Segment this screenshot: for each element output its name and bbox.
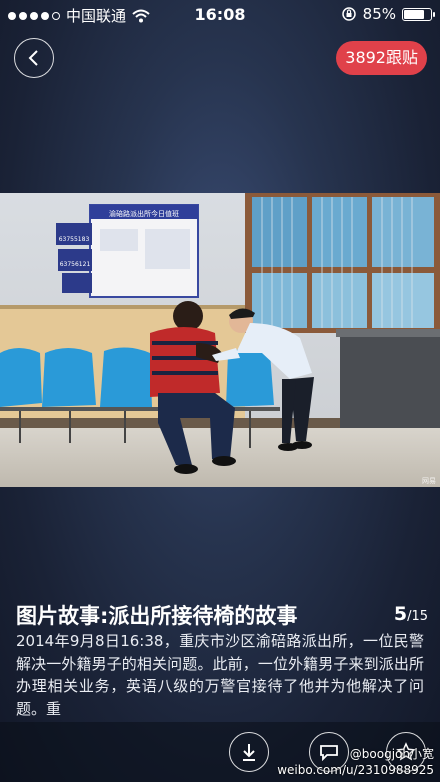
- battery-percent: 85%: [362, 5, 396, 23]
- follow-comments-button[interactable]: 3892跟贴: [336, 41, 427, 75]
- page-indicator: 5/15: [394, 603, 428, 625]
- news-photo-illustration: 渝碚路派出所今日值班 63755183 63756121 网易: [0, 193, 440, 487]
- download-icon: [243, 744, 255, 761]
- watermark-user: @boogjoh小宽: [349, 747, 434, 761]
- photo-watermark: 网易: [422, 477, 436, 485]
- chevron-left-icon: [28, 50, 38, 66]
- weibo-watermark: @boogjoh小宽 weibo.com/u/2310988925: [277, 746, 434, 778]
- rotation-lock-icon: [341, 7, 356, 21]
- phone-number-2: 63756121: [60, 261, 91, 268]
- total-pages: /15: [407, 609, 428, 624]
- status-right: 85%: [341, 5, 435, 23]
- news-photo[interactable]: 渝碚路派出所今日值班 63755183 63756121 网易: [0, 193, 440, 487]
- watermark-url: weibo.com/u/2310988925: [277, 763, 434, 777]
- back-button[interactable]: [14, 38, 54, 78]
- download-button[interactable]: [229, 732, 269, 772]
- current-page: 5: [393, 603, 408, 625]
- status-bar: 中国联通 16:08 85%: [0, 0, 440, 30]
- phone-number-1: 63755183: [59, 236, 90, 243]
- duty-board-title: 渝碚路派出所今日值班: [109, 209, 179, 218]
- battery-icon: [402, 7, 435, 21]
- caption-body[interactable]: 2014年9月8日16:38，重庆市沙区渝碚路派出所，一位民警解决一外籍男子的相…: [16, 630, 424, 720]
- caption-title: 图片故事:派出所接待椅的故事: [16, 604, 298, 628]
